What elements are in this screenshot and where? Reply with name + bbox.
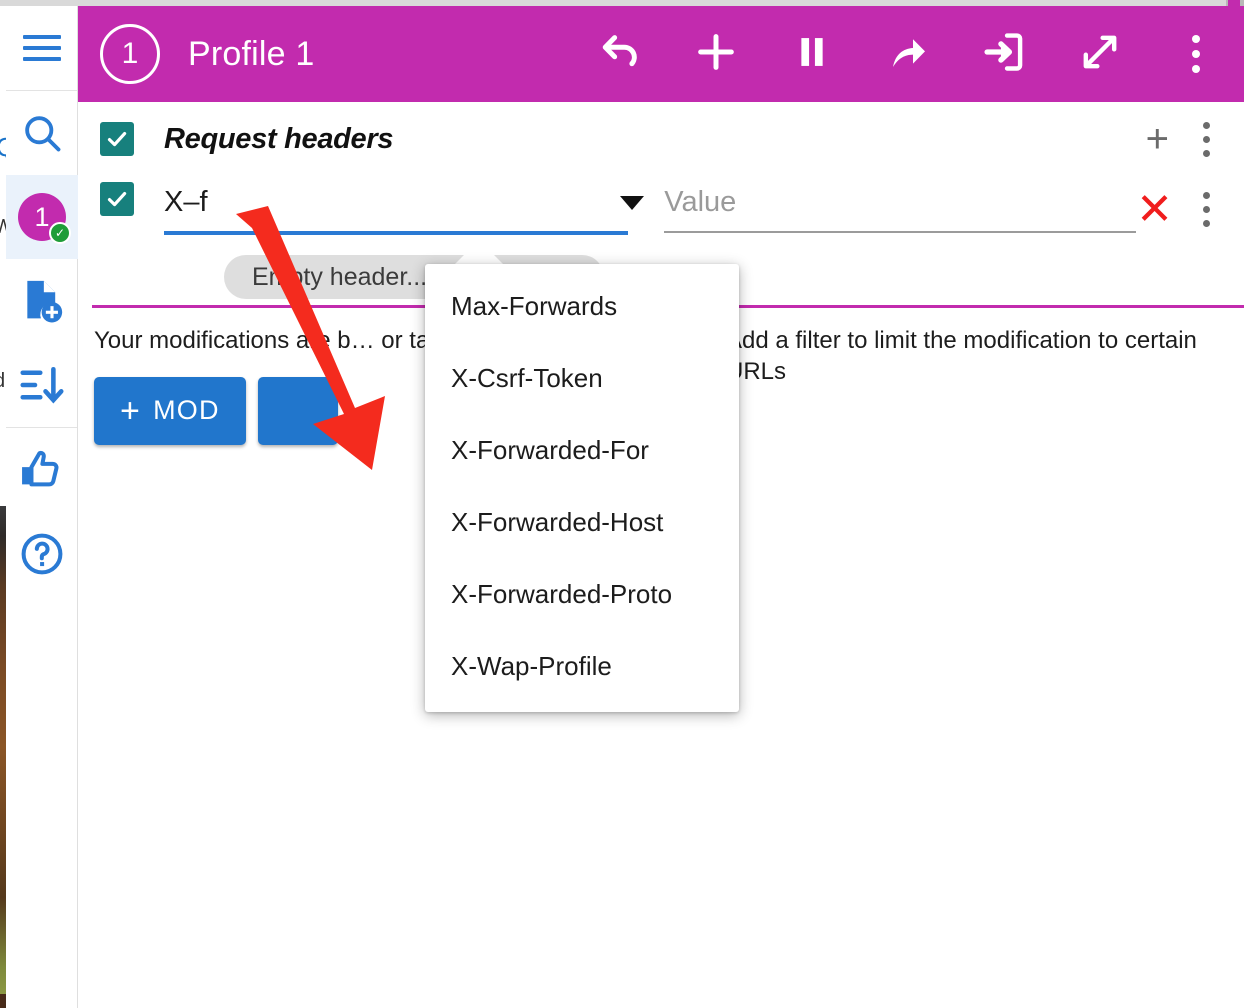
section-more-vertical-icon[interactable]: [1203, 121, 1210, 157]
profile-badge-icon: 1 ✓: [18, 193, 71, 244]
check-circle-icon: ✓: [49, 222, 71, 244]
sidebar-item-profile-1[interactable]: 1 ✓: [6, 175, 78, 259]
pause-icon: [790, 30, 834, 79]
plus-icon: [693, 29, 739, 80]
more-vertical-icon: [1192, 35, 1200, 73]
header-value-underline: [664, 231, 1137, 233]
status-badge-label: Empty header...: [252, 262, 428, 291]
header-entry-row: X–f Value ✕: [78, 182, 1244, 260]
sidebar-item-new-profile[interactable]: [6, 259, 78, 343]
header-more-vertical-icon[interactable]: [1203, 192, 1210, 228]
expand-diagonal-icon: [1077, 29, 1123, 80]
rail-section-menu: [6, 6, 77, 91]
rail-section-support: [6, 428, 77, 596]
screen: Q W d in n: [0, 0, 1244, 1008]
header-enable-checkbox[interactable]: [100, 182, 134, 216]
app-header-bar: 1 Profile 1: [78, 6, 1244, 102]
profile-badge-label: 1: [34, 201, 50, 232]
rail-section-profiles: 1 ✓: [6, 91, 78, 428]
delete-header-button[interactable]: ✕: [1136, 187, 1173, 231]
autocomplete-option[interactable]: X-Forwarded-For: [425, 414, 739, 486]
undo-button[interactable]: [572, 6, 668, 102]
sidebar-item-search[interactable]: [6, 91, 78, 175]
filters-column: Add a filter to limit the modification t…: [726, 326, 1244, 387]
profile-number-circle: 1: [100, 24, 160, 84]
filter-description: Add a filter to limit the modification t…: [726, 327, 1197, 385]
sidebar-rail: 1 ✓: [6, 6, 78, 1008]
background-text-d: d: [0, 370, 5, 393]
share-arrow-icon: [884, 28, 932, 81]
add-mod-label: MOD: [153, 395, 220, 426]
caret-down-icon[interactable]: [620, 196, 645, 210]
header-name-underline: [164, 231, 629, 235]
sidebar-item-menu[interactable]: [6, 6, 78, 90]
autocomplete-option[interactable]: Max-Forwards: [425, 270, 739, 342]
autocomplete-option[interactable]: X-Forwarded-Proto: [425, 558, 739, 630]
search-icon: [20, 111, 64, 155]
pause-button[interactable]: [764, 6, 860, 102]
toolbar: [572, 6, 1244, 102]
request-headers-section-row: Request headers +: [78, 102, 1244, 176]
section-actions: +: [1146, 119, 1222, 159]
add-filter-button[interactable]: [257, 376, 338, 445]
add-button[interactable]: [668, 6, 764, 102]
sort-descending-icon: [19, 364, 65, 406]
header-name-autocomplete[interactable]: Max-Forwards X-Csrf-Token X-Forwarded-Fo…: [425, 264, 739, 712]
import-button[interactable]: [956, 6, 1052, 102]
dropdown-caret-icon: [453, 240, 505, 266]
header-name-field[interactable]: X–f: [164, 182, 645, 235]
section-title: Request headers: [164, 122, 394, 155]
header-value-field[interactable]: Value: [664, 182, 1137, 233]
thumbs-up-icon: [19, 447, 65, 493]
header-name-input[interactable]: X–f: [164, 182, 628, 231]
add-mod-button[interactable]: + MOD: [94, 376, 246, 445]
header-value-input[interactable]: Value: [664, 182, 1136, 231]
add-header-button[interactable]: +: [1146, 119, 1169, 159]
autocomplete-option[interactable]: X-Csrf-Token: [425, 342, 739, 414]
autocomplete-option[interactable]: X-Forwarded-Host: [425, 486, 739, 558]
section-enable-checkbox[interactable]: [100, 122, 134, 156]
sidebar-item-sort[interactable]: [6, 343, 78, 427]
sidebar-item-rate[interactable]: [6, 428, 78, 512]
autocomplete-option[interactable]: X-Wap-Profile: [425, 630, 739, 702]
new-document-icon: [20, 278, 64, 324]
more-options-button[interactable]: [1148, 6, 1244, 102]
help-circle-icon: [19, 531, 65, 577]
page-title: Profile 1: [188, 34, 315, 73]
hamburger-icon: [23, 35, 61, 61]
header-row-actions: ✕: [1136, 182, 1222, 232]
extension-popup: 1 Profile 1 Request headers + X–f Value …: [78, 6, 1244, 1008]
sidebar-item-help[interactable]: [6, 512, 78, 596]
import-login-icon: [981, 29, 1027, 80]
export-button[interactable]: [860, 6, 956, 102]
expand-button[interactable]: [1052, 6, 1148, 102]
plus-icon: +: [120, 391, 142, 430]
undo-icon: [597, 29, 643, 80]
